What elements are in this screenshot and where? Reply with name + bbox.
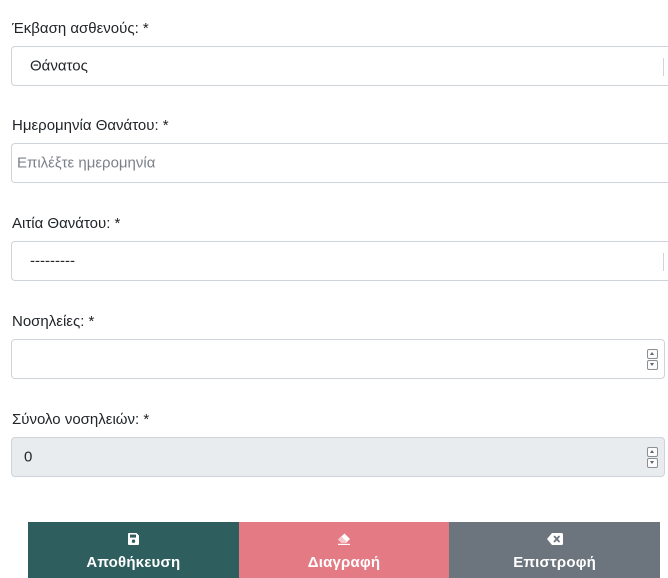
death-cause-label: Αιτία Θανάτου: * bbox=[12, 215, 121, 232]
hospitalizations-label: Νοσηλείες: * bbox=[12, 313, 95, 330]
total-hospitalizations-label: Σύνολο νοσηλειών: * bbox=[12, 411, 150, 428]
outcome-label: Έκβαση ασθενούς: * bbox=[12, 20, 149, 37]
spinner-up-icon[interactable] bbox=[647, 349, 658, 359]
spinner-up-icon[interactable] bbox=[647, 447, 658, 457]
delete-button-label: Διαγραφή bbox=[307, 554, 381, 571]
back-button[interactable]: Επιστροφή bbox=[449, 522, 661, 578]
death-date-label: Ημερομηνία Θανάτου: * bbox=[12, 117, 169, 134]
save-button-label: Αποθήκευση bbox=[86, 554, 181, 571]
spinner-down-icon[interactable] bbox=[647, 458, 658, 468]
number-spinner[interactable] bbox=[647, 447, 658, 468]
form-actions: Αποθήκευση Διαγραφή Επιστροφή bbox=[28, 522, 661, 578]
hospitalizations-input[interactable] bbox=[11, 339, 665, 379]
outcome-select[interactable]: Θάνατος bbox=[11, 46, 668, 86]
death-cause-select-value: --------- bbox=[30, 252, 75, 270]
delete-button[interactable]: Διαγραφή bbox=[238, 522, 450, 578]
save-icon bbox=[127, 532, 139, 546]
outcome-select-value: Θάνατος bbox=[30, 57, 88, 75]
spinner-down-icon[interactable] bbox=[647, 360, 658, 370]
total-hospitalizations-input[interactable]: 0 bbox=[11, 437, 665, 477]
eraser-icon bbox=[337, 532, 351, 546]
patient-outcome-form: Έκβαση ασθενούς: * Θάνατος Ημερομηνία Θα… bbox=[0, 0, 668, 578]
back-button-label: Επιστροφή bbox=[513, 554, 597, 571]
total-hospitalizations-value: 0 bbox=[24, 448, 33, 466]
number-spinner[interactable] bbox=[647, 349, 658, 370]
backspace-icon bbox=[546, 532, 563, 546]
death-date-placeholder: Επιλέξτε ημερομηνία bbox=[17, 154, 156, 172]
dropdown-handle-icon bbox=[663, 58, 668, 76]
save-button[interactable]: Αποθήκευση bbox=[28, 522, 239, 578]
dropdown-handle-icon bbox=[663, 253, 668, 271]
death-date-input[interactable]: Επιλέξτε ημερομηνία bbox=[11, 143, 668, 183]
death-cause-select[interactable]: --------- bbox=[11, 241, 668, 281]
